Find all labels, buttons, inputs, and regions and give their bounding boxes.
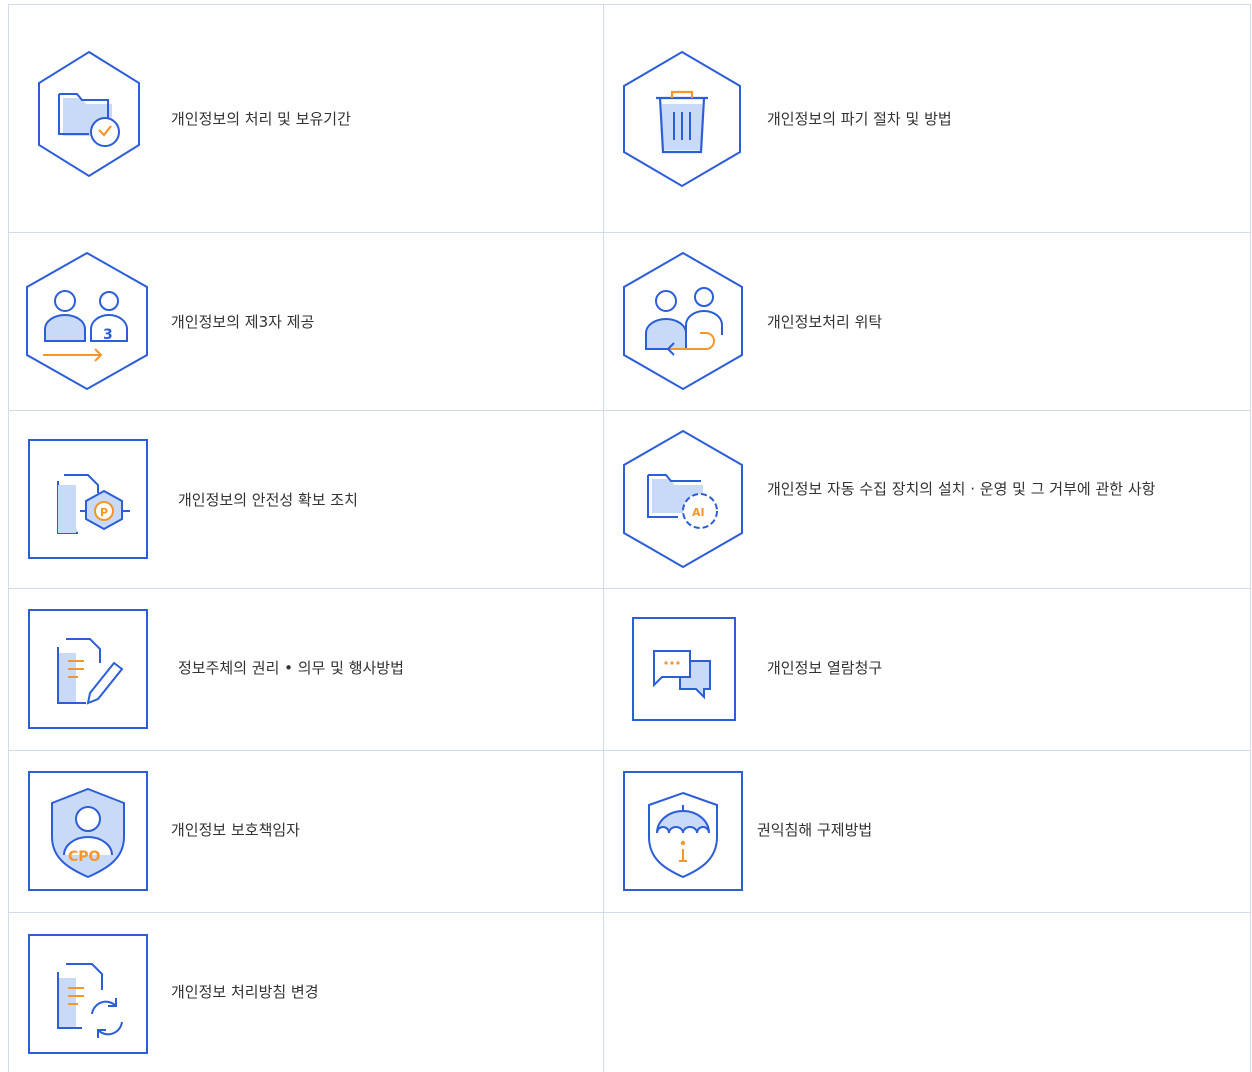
document-pen-icon: [28, 609, 150, 731]
svg-text:AI: AI: [692, 506, 705, 519]
cpo-shield-icon: CPO: [28, 771, 150, 893]
document-refresh-icon: [28, 934, 150, 1056]
menu-item-label: 개인정보 열람청구: [767, 659, 883, 677]
menu-item-retention-period[interactable]: 개인정보의 처리 및 보유기간: [9, 5, 603, 232]
menu-item-remedy-methods[interactable]: 권익침해 구제방법: [604, 751, 1250, 912]
menu-item-policy-changes[interactable]: 개인정보 처리방침 변경: [9, 913, 603, 1072]
menu-item-access-request[interactable]: 개인정보 열람청구: [604, 589, 1250, 750]
menu-item-label: 개인정보의 처리 및 보유기간: [171, 110, 351, 128]
menu-item-privacy-officer[interactable]: CPO 개인정보 보호책임자: [9, 751, 603, 912]
svg-text:P: P: [100, 506, 108, 519]
menu-item-label: 개인정보 자동 수집 장치의 설치 · 운영 및 그 거부에 관한 사항: [767, 480, 1156, 498]
menu-item-label: 개인정보 처리방침 변경: [171, 983, 319, 1001]
svg-text:CPO: CPO: [68, 849, 101, 865]
menu-item-label: 개인정보의 안전성 확보 조치: [178, 491, 358, 509]
users-return-icon: [622, 251, 744, 391]
menu-item-data-subject-rights[interactable]: 정보주체의 권리 • 의무 및 행사방법: [9, 589, 603, 750]
chat-bubbles-icon: [632, 617, 736, 721]
menu-item-label: 개인정보의 제3자 제공: [171, 313, 315, 331]
menu-item-destruction-procedure[interactable]: 개인정보의 파기 절차 및 방법: [604, 5, 1250, 232]
document-shield-icon: P: [28, 439, 150, 561]
menu-item-third-party-provision[interactable]: 3 개인정보의 제3자 제공: [9, 233, 603, 410]
trash-icon: [622, 50, 742, 188]
umbrella-shield-icon: [623, 771, 745, 893]
menu-item-label: 개인정보처리 위탁: [767, 313, 883, 331]
folder-gear-ai-icon: AI: [622, 429, 744, 569]
svg-text:3: 3: [103, 327, 113, 343]
menu-item-auto-collection-devices[interactable]: AI 개인정보 자동 수집 장치의 설치 · 운영 및 그 거부에 관한 사항: [604, 411, 1250, 588]
folder-clock-icon: [35, 50, 143, 178]
menu-item-security-measures[interactable]: P 개인정보의 안전성 확보 조치: [9, 411, 603, 588]
menu-item-outsourcing[interactable]: 개인정보처리 위탁: [604, 233, 1250, 410]
menu-item-label: 개인정보 보호책임자: [171, 821, 300, 839]
menu-item-label: 개인정보의 파기 절차 및 방법: [767, 110, 952, 128]
menu-item-label: 권익침해 구제방법: [757, 821, 873, 839]
users-share-icon: 3: [25, 251, 149, 391]
menu-item-label: 정보주체의 권리 • 의무 및 행사방법: [178, 659, 404, 677]
